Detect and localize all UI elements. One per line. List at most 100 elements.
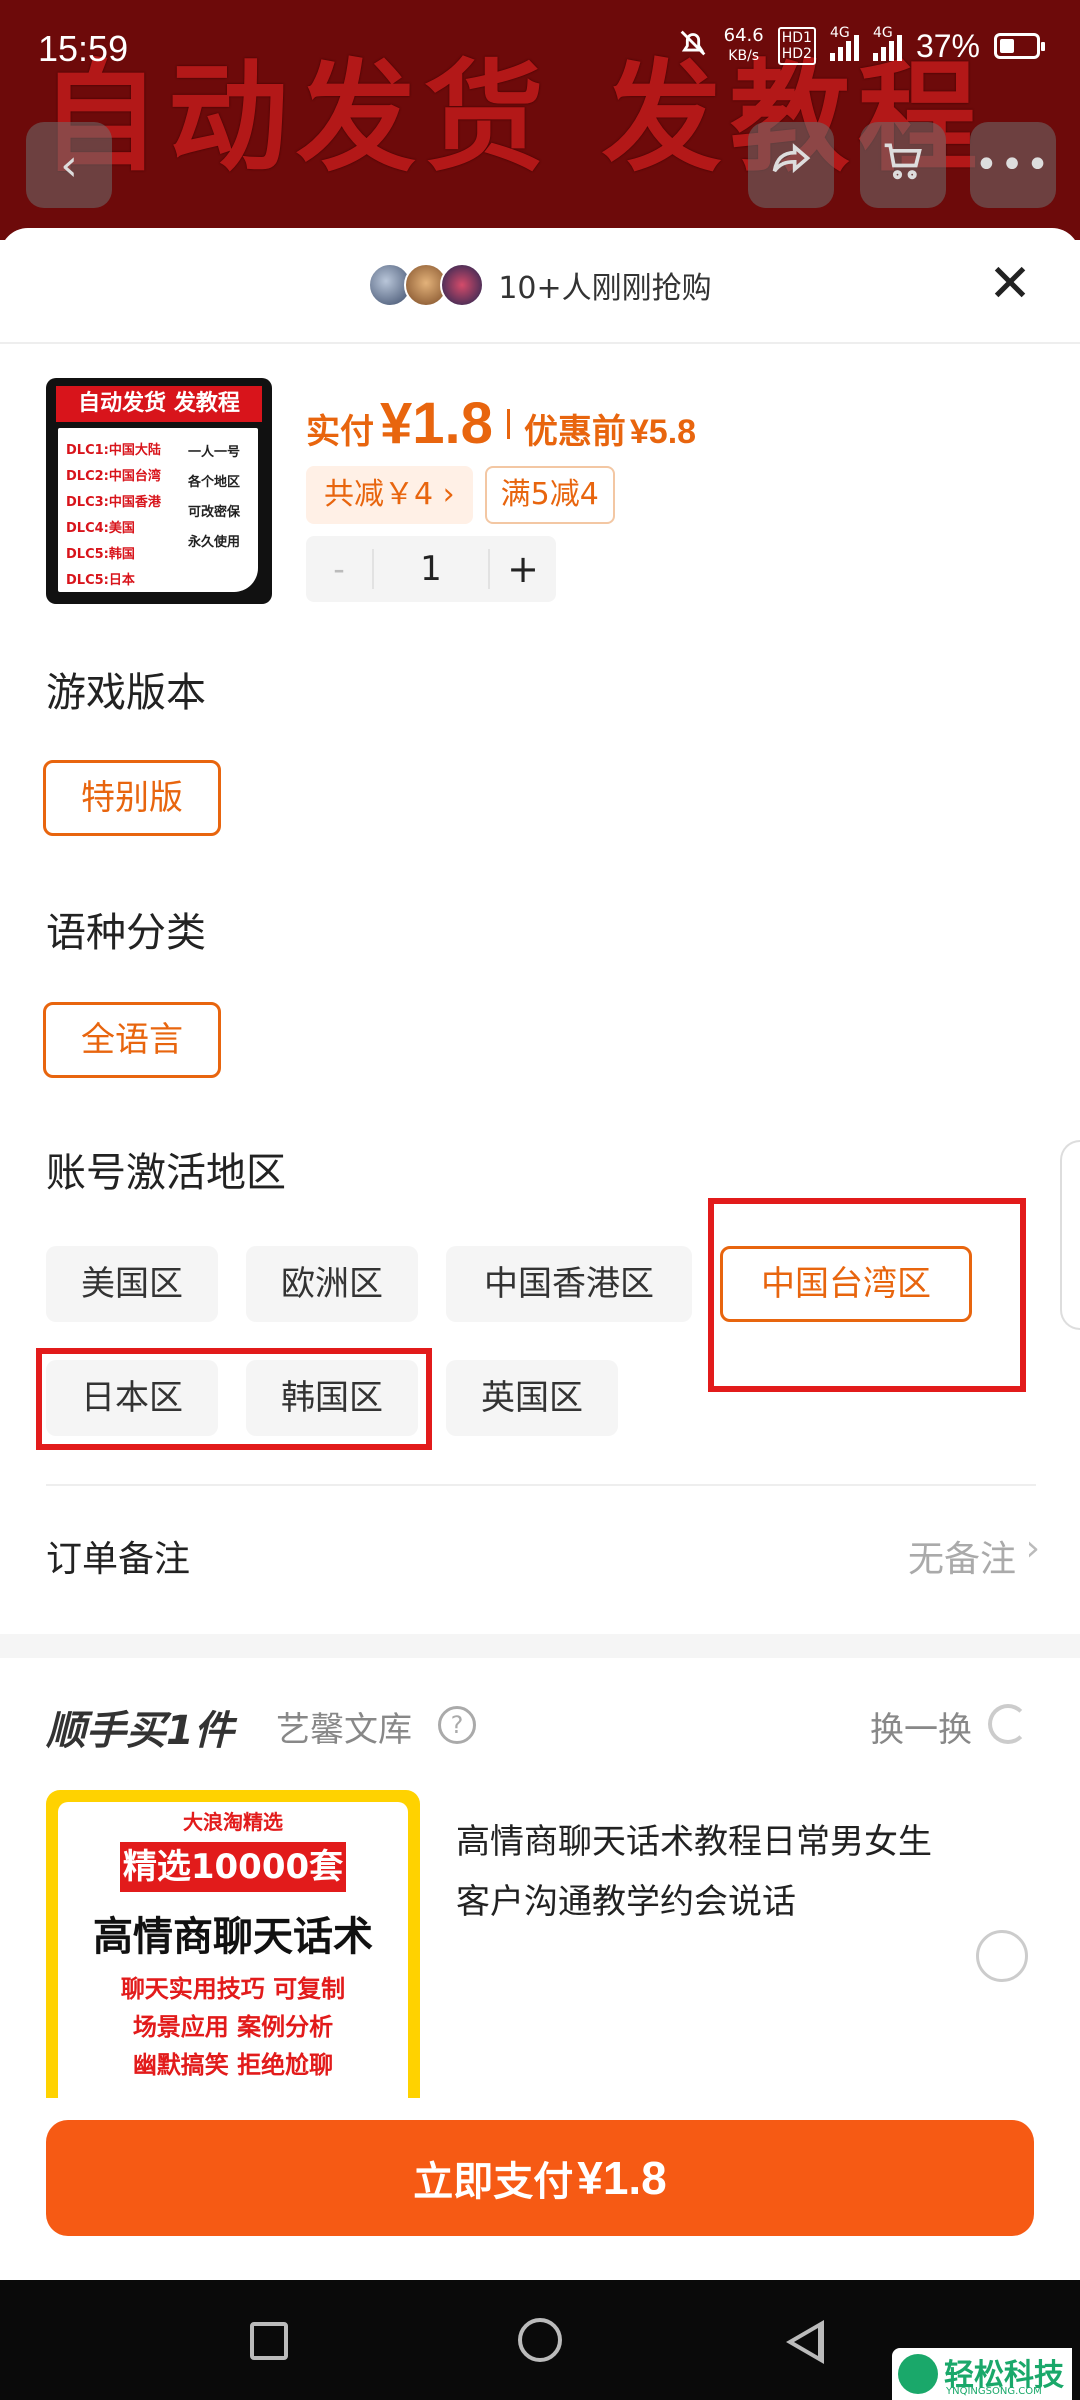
annotation-box-jp-kr (36, 1348, 432, 1450)
thumb-feature: 一人一号 (188, 445, 241, 460)
price-value: ¥1.8 (380, 391, 493, 456)
quantity-value[interactable]: 1 (372, 549, 490, 589)
pay-now-button[interactable]: 立即支付 ¥1.8 (46, 2120, 1034, 2236)
signal-2-tag: 4G (872, 25, 893, 41)
mute-bell-icon (676, 26, 710, 66)
product-thumbnail: 自动发货 发教程 DLC1:中国大陆 DLC2:中国台湾 DLC3:中国香港 D… (46, 378, 272, 604)
status-time: 15:59 (38, 28, 129, 69)
divider (46, 1484, 1036, 1486)
thumb-dlc-item: DLC2:中国台湾 (66, 469, 161, 484)
buyer-avatars (368, 263, 485, 307)
thumb-dlc-item: DLC5:日本 (66, 573, 135, 588)
refresh-icon[interactable] (988, 1704, 1028, 1744)
home-icon[interactable] (518, 2318, 562, 2362)
thumb-feature: 永久使用 (188, 535, 241, 550)
version-option-special[interactable]: 特别版 (43, 760, 221, 836)
upsell-shop-name[interactable]: 艺馨文库 (276, 1702, 412, 1751)
pay-amount: ¥1.8 (577, 2152, 667, 2204)
region-section-title: 账号激活地区 (46, 1150, 286, 1196)
price-label: 实付 (306, 412, 374, 452)
region-option-us[interactable]: 美国区 (46, 1246, 218, 1322)
region-option-hk[interactable]: 中国香港区 (446, 1246, 692, 1322)
help-icon[interactable]: ? (438, 1706, 476, 1744)
net-speed-value: 64.6 (723, 25, 764, 46)
back-button[interactable]: ‹ (26, 122, 112, 208)
language-section-title: 语种分类 (46, 910, 206, 956)
recent-buyers-text: 10+人刚刚抢购 (498, 271, 712, 306)
upsell-thumb-line: 聊天实用技巧 可复制 (120, 1975, 346, 2003)
upsell-thumb-card: 大浪淘精选 精选10000套 高情商聊天话术 聊天实用技巧 可复制 场景应用 案… (58, 1802, 408, 2130)
net-speed: 64.6 KB/s (724, 26, 764, 66)
avatar (440, 263, 485, 307)
pay-label: 立即支付 (413, 2159, 574, 2205)
thumb-dlc-item: DLC5:韩国 (66, 547, 135, 562)
section-gap (0, 1634, 1080, 1658)
close-icon: ✕ (988, 254, 1032, 314)
thumb-dlc-list: DLC1:中国大陆 DLC2:中国台湾 DLC3:中国香港 DLC4:美国 DL… (66, 438, 161, 594)
upsell-thumb-line: 大浪淘精选 (183, 1810, 283, 1834)
signal-4g-icon-1: 4G (829, 25, 859, 61)
watermark-logo-icon (898, 2354, 938, 2394)
swap-button[interactable]: 换一换 (870, 1702, 972, 1751)
discount-rule-tag: 满5减4 (484, 466, 615, 524)
total-discount-tag[interactable]: 共减￥4 › (306, 466, 473, 524)
net-speed-unit: KB/s (728, 48, 760, 64)
language-option-all[interactable]: 全语言 (43, 1002, 221, 1078)
hd-badge: HD1 HD2 (777, 27, 816, 65)
thumb-body: DLC1:中国大陆 DLC2:中国台湾 DLC3:中国香港 DLC4:美国 DL… (58, 428, 258, 592)
quantity-stepper: - 1 + (306, 536, 556, 602)
cart-icon (878, 138, 928, 193)
more-dots-icon: ••• (974, 142, 1052, 188)
version-section-title: 游戏版本 (46, 670, 206, 716)
upsell-thumb-line: 场景应用 案例分析 (132, 2013, 334, 2041)
watermark-logo: 轻松科技 YNQINGSONG.COM (892, 2348, 1072, 2400)
thumb-feature: 可改密保 (188, 505, 241, 520)
price-separator (506, 408, 510, 439)
upsell-select-radio[interactable] (976, 1930, 1028, 1982)
upsell-thumbnail[interactable]: 大浪淘精选 精选10000套 高情商聊天话术 聊天实用技巧 可复制 场景应用 案… (46, 1790, 420, 2130)
upsell-product-name[interactable]: 高情商聊天话术教程日常男女生客户沟通教学约会说话 (456, 1812, 936, 1932)
edge-handle[interactable] (1060, 1140, 1080, 1330)
thumb-title: 自动发货 发教程 (56, 386, 262, 422)
close-button[interactable]: ✕ (984, 258, 1036, 310)
order-remark-label: 订单备注 (46, 1539, 191, 1580)
upsell-thumb-line: 高情商聊天话术 (93, 1914, 373, 1960)
thumb-feature: 各个地区 (188, 475, 241, 490)
upsell-thumb-line: 精选10000套 (120, 1842, 346, 1892)
more-button[interactable]: ••• (970, 122, 1056, 208)
chevron-left-icon: ‹ (60, 139, 78, 191)
decrease-button[interactable]: - (306, 550, 372, 588)
original-price-label: 优惠前 (523, 412, 626, 452)
battery-icon (994, 33, 1045, 59)
battery-percent: 37% (915, 27, 980, 64)
thumb-dlc-item: DLC1:中国大陆 (66, 443, 161, 458)
share-button[interactable] (748, 122, 834, 208)
signal-1-tag: 4G (829, 25, 850, 41)
price-row: 实付 ¥1.8 优惠前 ¥5.8 (306, 390, 696, 457)
hd1-label: HD1 (781, 30, 812, 46)
product-summary: 自动发货 发教程 DLC1:中国大陆 DLC2:中国台湾 DLC3:中国香港 D… (46, 378, 1036, 608)
increase-button[interactable]: + (490, 547, 556, 591)
purchase-sheet: 10+人刚刚抢购 ✕ 自动发货 发教程 DLC1:中国大陆 DLC2:中国台湾 … (0, 228, 1080, 2280)
watermark-subtext: YNQINGSONG.COM (946, 2386, 1042, 2397)
upsell-thumb-line: 幽默搞笑 拒绝尬聊 (132, 2051, 334, 2079)
back-triangle-icon[interactable] (786, 2320, 824, 2364)
region-option-uk[interactable]: 英国区 (446, 1360, 618, 1436)
annotation-box-tw (708, 1198, 1026, 1392)
cart-button[interactable] (860, 122, 946, 208)
thumb-feature-list: 一人一号 各个地区 可改密保 永久使用 (188, 438, 240, 558)
discount-row: 共减￥4 › 满5减4 (306, 466, 615, 524)
upsell-thumb-features: 聊天实用技巧 可复制 场景应用 案例分析 幽默搞笑 拒绝尬聊 (58, 1970, 408, 2084)
hd2-label: HD2 (781, 46, 812, 62)
order-remark-value[interactable]: 无备注 (908, 1530, 1016, 1582)
signal-4g-icon-2: 4G (872, 25, 902, 61)
sheet-header: 10+人刚刚抢购 ✕ (0, 228, 1080, 344)
chevron-right-icon: › (1025, 1528, 1040, 1569)
region-option-eu[interactable]: 欧洲区 (246, 1246, 418, 1322)
pay-bar: 立即支付 ¥1.8 (0, 2098, 1080, 2280)
recent-apps-icon[interactable] (250, 2322, 288, 2360)
status-icons: 64.6 KB/s HD1 HD2 4G 4G 37% (676, 25, 1045, 66)
thumb-dlc-item: DLC3:中国香港 (66, 495, 161, 510)
upsell-title: 顺手买1件 (46, 1708, 234, 1754)
share-icon (766, 138, 816, 193)
